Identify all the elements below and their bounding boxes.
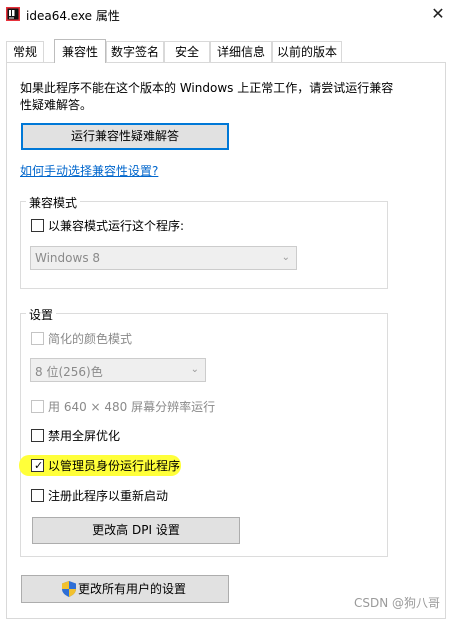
color-depth-select[interactable]: 8 位(256)色 ⌄ [30, 358, 206, 382]
register-restart-checkbox[interactable] [31, 489, 44, 502]
uac-shield-icon [62, 581, 76, 597]
reduced-color-checkbox[interactable] [31, 332, 44, 345]
disable-fullscreen-checkbox[interactable] [31, 429, 44, 442]
compat-mode-label: 以兼容模式运行这个程序: [48, 219, 185, 233]
os-version-value: Windows 8 [35, 251, 101, 265]
run-as-admin-checkbox[interactable]: ✓ [31, 459, 44, 472]
chevron-down-icon: ⌄ [281, 252, 290, 263]
intellij-app-icon [6, 7, 20, 21]
os-version-select[interactable]: Windows 8 ⌄ [30, 246, 297, 270]
compat-mode-group-title: 兼容模式 [26, 194, 81, 211]
intro-description: 如果此程序不能在这个版本的 Windows 上正常工作，请尝试运行兼容性疑难解答… [20, 81, 394, 112]
reduced-color-label: 简化的颜色模式 [48, 332, 133, 346]
disable-fullscreen-label: 禁用全屏优化 [48, 429, 121, 443]
tab-general[interactable]: 常规 [6, 41, 44, 62]
tab-previous-versions[interactable]: 以前的版本 [272, 41, 342, 62]
title-bar: idea64.exe 属性 ✕ [0, 0, 452, 30]
compat-mode-group [20, 201, 388, 289]
tab-security[interactable]: 安全 [164, 41, 210, 62]
manual-compat-settings-link[interactable]: 如何手动选择兼容性设置? [20, 162, 158, 179]
settings-group-title: 设置 [26, 306, 57, 323]
change-all-users-settings-button[interactable]: 更改所有用户的设置 [21, 575, 229, 603]
run-as-admin-label: 以管理员身份运行此程序 [48, 459, 181, 473]
res-640-label: 用 640 × 480 屏幕分辨率运行 [48, 400, 216, 414]
res-640-checkbox[interactable] [31, 400, 44, 413]
window-title: idea64.exe 属性 [26, 9, 120, 23]
tab-digital-signatures[interactable]: 数字签名 [106, 41, 164, 62]
checkmark-icon: ✓ [34, 459, 44, 472]
change-high-dpi-button[interactable]: 更改高 DPI 设置 [32, 517, 240, 544]
close-icon[interactable]: ✕ [428, 4, 448, 24]
register-restart-label: 注册此程序以重新启动 [48, 489, 169, 503]
tab-compatibility[interactable]: 兼容性 [54, 39, 106, 63]
csdn-watermark: CSDN @狗八哥 [353, 596, 440, 610]
tab-details[interactable]: 详细信息 [210, 41, 272, 62]
color-depth-value: 8 位(256)色 [35, 365, 103, 379]
chevron-down-icon: ⌄ [190, 364, 199, 375]
run-troubleshooter-button[interactable]: 运行兼容性疑难解答 [21, 123, 229, 150]
compat-mode-checkbox[interactable] [31, 219, 44, 232]
change-all-users-label: 更改所有用户的设置 [77, 582, 186, 596]
